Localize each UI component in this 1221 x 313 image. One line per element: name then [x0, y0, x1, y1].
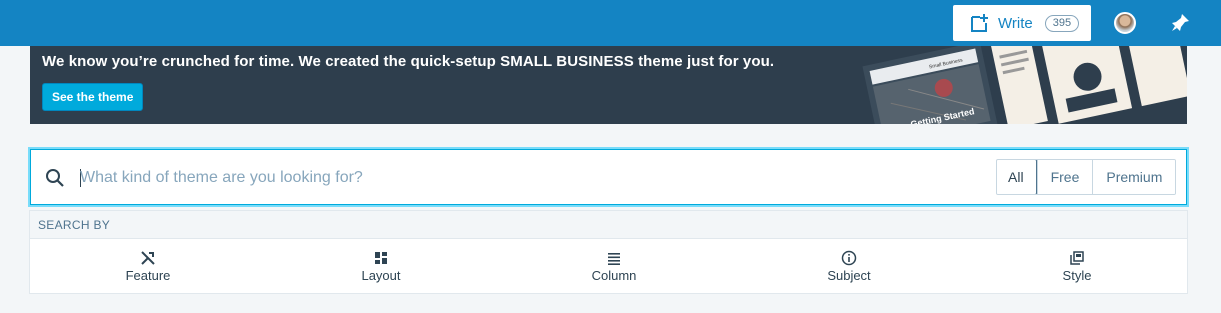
filter-label: Column — [591, 268, 637, 283]
masterbar: Write 395 — [0, 0, 1221, 46]
filter-label: Layout — [361, 268, 401, 283]
filter-feature[interactable]: Feature — [88, 239, 208, 293]
draft-count-badge: 395 — [1044, 14, 1080, 32]
avatar[interactable] — [1114, 12, 1136, 34]
search-icon[interactable] — [45, 168, 65, 188]
tier-premium[interactable]: Premium — [1092, 160, 1176, 194]
search-by-heading: SEARCH BY — [30, 211, 1187, 239]
filter-label: Feature — [125, 268, 171, 283]
theme-preview-image: Getting Started Small Business — [862, 46, 1187, 124]
filter-column[interactable]: Column — [554, 239, 674, 293]
filter-subject[interactable]: Subject — [789, 239, 909, 293]
promo-banner: We know you’re crunched for time. We cre… — [30, 46, 1187, 124]
column-icon — [608, 253, 620, 265]
theme-search-box: All Free Premium — [28, 147, 1189, 207]
tier-all[interactable]: All — [997, 160, 1037, 194]
filter-style[interactable]: Style — [1017, 239, 1137, 293]
info-icon — [841, 250, 857, 266]
tier-toggle: All Free Premium — [996, 159, 1177, 195]
layout-icon — [375, 252, 387, 264]
banner-text: We know you’re crunched for time. We cre… — [42, 53, 774, 70]
see-theme-button[interactable]: See the theme — [42, 83, 144, 111]
write-icon — [971, 14, 988, 32]
banner-text-part: theme just for you. — [633, 53, 775, 70]
notifications-bell-icon[interactable] — [1168, 11, 1192, 35]
tools-icon — [141, 251, 155, 265]
banner-text-part: We know you’re crunched for time. We cre… — [42, 53, 501, 70]
write-button[interactable]: Write 395 — [953, 5, 1091, 41]
search-input[interactable] — [80, 163, 680, 193]
tier-free[interactable]: Free — [1036, 160, 1093, 194]
filter-layout[interactable]: Layout — [321, 239, 441, 293]
search-by-panel: SEARCH BY Feature Layout Column Subject … — [29, 210, 1188, 294]
style-icon — [1070, 251, 1084, 265]
write-label: Write — [998, 14, 1033, 32]
filter-label: Subject — [827, 268, 871, 283]
banner-text-strong: SMALL BUSINESS — [500, 53, 634, 70]
filter-label: Style — [1062, 268, 1092, 283]
filter-list: Feature Layout Column Subject Style — [30, 239, 1187, 293]
